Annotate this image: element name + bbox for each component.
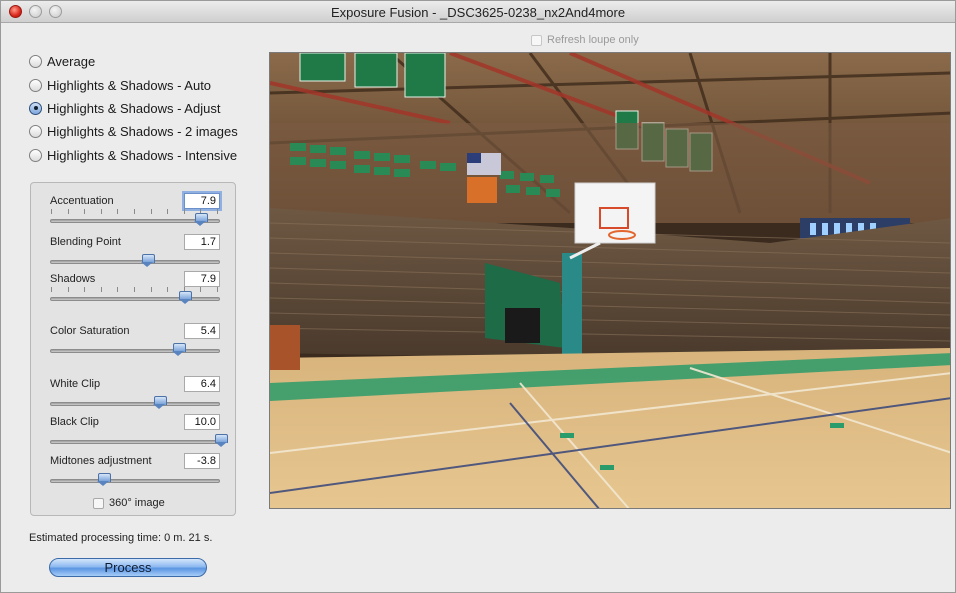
- gymnasium-photo: [270, 53, 950, 508]
- slider-value-field[interactable]: 7.9: [184, 271, 220, 287]
- image-360-option[interactable]: 360° image: [93, 497, 165, 509]
- refresh-loupe-option[interactable]: Refresh loupe only: [531, 34, 639, 46]
- slider-white-clip: White Clip 6.4: [31, 376, 237, 416]
- fusion-mode-group: Average Highlights & Shadows - Auto High…: [29, 50, 238, 167]
- slider-value-field[interactable]: 1.7: [184, 234, 220, 250]
- mode-adjust-label: Highlights & Shadows - Adjust: [47, 100, 221, 116]
- adjustment-panel: Accentuation 7.9 Blending Point 1.7 Shad…: [30, 182, 236, 516]
- slider-accentuation: Accentuation 7.9: [31, 193, 237, 233]
- mode-highlights-shadows-intensive[interactable]: Highlights & Shadows - Intensive: [29, 144, 238, 167]
- slider-value-field[interactable]: 6.4: [184, 376, 220, 392]
- slider-label: Accentuation: [50, 195, 114, 207]
- slider-thumb[interactable]: [141, 254, 155, 267]
- exposure-fusion-window: Exposure Fusion - _DSC3625-0238_nx2And4m…: [0, 0, 956, 593]
- window-title: Exposure Fusion - _DSC3625-0238_nx2And4m…: [330, 5, 626, 20]
- slider-label: Black Clip: [50, 416, 99, 428]
- slider-track[interactable]: [50, 260, 220, 264]
- slider-thumb[interactable]: [153, 396, 167, 409]
- refresh-loupe-checkbox[interactable]: [531, 34, 542, 46]
- mode-highlights-shadows-2-images[interactable]: Highlights & Shadows - 2 images: [29, 120, 238, 143]
- slider-black-clip: Black Clip 10.0: [31, 414, 237, 454]
- slider-ticks: [51, 287, 218, 293]
- preview-image[interactable]: [269, 52, 951, 509]
- slider-track[interactable]: [50, 402, 220, 406]
- process-button[interactable]: Process: [49, 558, 207, 577]
- slider-midtones-adjustment: Midtones adjustment -3.8: [31, 453, 237, 493]
- slider-value-field[interactable]: 7.9: [184, 193, 220, 209]
- slider-thumb[interactable]: [214, 434, 228, 447]
- mode-average-label: Average: [47, 54, 96, 70]
- mode-highlights-shadows-auto[interactable]: Highlights & Shadows - Auto: [29, 73, 238, 96]
- mode-average[interactable]: Average: [29, 50, 238, 73]
- slider-thumb[interactable]: [97, 473, 111, 486]
- slider-blending-point: Blending Point 1.7: [31, 234, 237, 274]
- slider-thumb[interactable]: [194, 213, 208, 226]
- mode-intensive-label: Highlights & Shadows - Intensive: [47, 147, 238, 163]
- title-bar[interactable]: Exposure Fusion - _DSC3625-0238_nx2And4m…: [1, 1, 955, 23]
- mode-2-images-label: Highlights & Shadows - 2 images: [47, 124, 238, 140]
- slider-track[interactable]: [50, 349, 220, 353]
- slider-label: White Clip: [50, 378, 101, 390]
- slider-thumb[interactable]: [178, 291, 193, 304]
- slider-label: Shadows: [50, 273, 96, 285]
- mode-average-radio[interactable]: [29, 55, 42, 69]
- mode-auto-radio[interactable]: [29, 78, 42, 92]
- slider-track[interactable]: [50, 297, 220, 301]
- slider-label: Midtones adjustment: [50, 455, 152, 467]
- slider-color-saturation: Color Saturation 5.4: [31, 323, 237, 363]
- mode-2-images-radio[interactable]: [29, 125, 42, 139]
- slider-thumb[interactable]: [172, 343, 186, 356]
- estimated-processing-time: Estimated processing time: 0 m. 21 s.: [29, 532, 213, 544]
- slider-ticks: [51, 209, 218, 215]
- mode-intensive-radio[interactable]: [29, 148, 42, 162]
- image-360-checkbox[interactable]: [93, 497, 104, 509]
- slider-value-field[interactable]: 5.4: [184, 323, 220, 339]
- image-360-label: 360° image: [109, 497, 165, 509]
- slider-value-field[interactable]: 10.0: [184, 414, 220, 430]
- mode-auto-label: Highlights & Shadows - Auto: [47, 77, 212, 93]
- refresh-loupe-label: Refresh loupe only: [547, 34, 639, 46]
- slider-label: Blending Point: [50, 236, 121, 248]
- mode-highlights-shadows-adjust[interactable]: Highlights & Shadows - Adjust: [29, 97, 238, 120]
- slider-label: Color Saturation: [50, 325, 130, 337]
- slider-value-field[interactable]: -3.8: [184, 453, 220, 469]
- slider-track[interactable]: [50, 479, 220, 483]
- slider-shadows: Shadows 7.9: [31, 271, 237, 311]
- slider-track[interactable]: [50, 440, 220, 444]
- mode-adjust-radio[interactable]: [29, 101, 42, 115]
